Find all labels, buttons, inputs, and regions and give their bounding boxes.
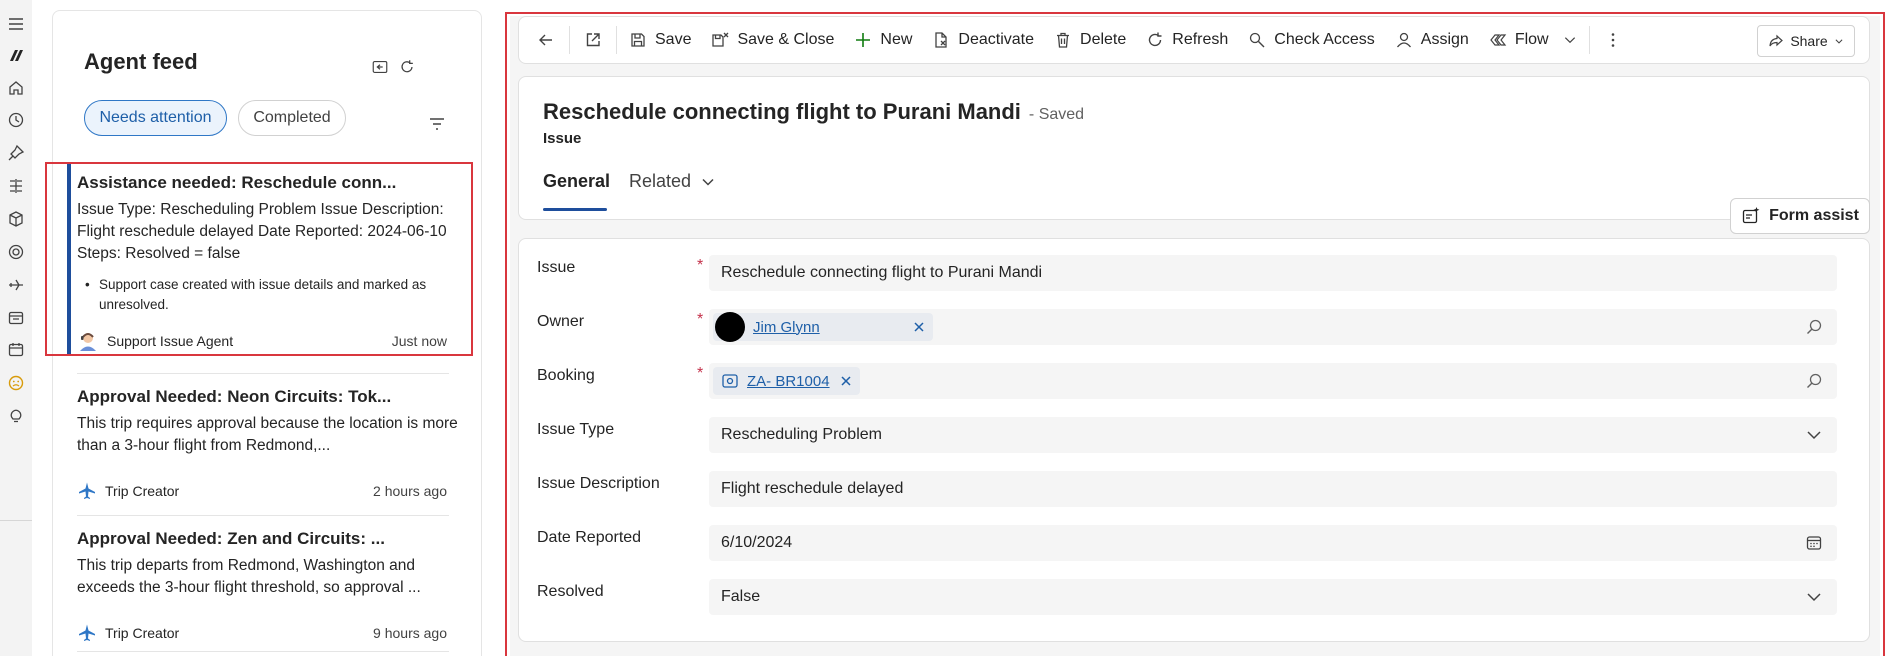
flights-grid-icon[interactable] — [4, 174, 28, 198]
issue-smiley-icon[interactable] — [4, 371, 28, 395]
feed-divider — [77, 651, 449, 652]
feed-card-agent: Trip Creator — [105, 625, 180, 641]
feed-card-time: 9 hours ago — [373, 625, 447, 641]
record-area-highlight — [505, 12, 1885, 656]
agent-feed-title: Agent feed — [84, 49, 198, 74]
pin-icon[interactable] — [4, 141, 28, 165]
lightbulb-icon[interactable] — [4, 404, 28, 428]
selected-card-highlight — [45, 162, 473, 356]
refresh-feed-icon[interactable] — [397, 57, 417, 77]
recent-clock-icon[interactable] — [4, 108, 28, 132]
feed-divider — [77, 515, 449, 516]
airplane-nav-icon[interactable] — [4, 273, 28, 297]
feed-card-neon-circuits[interactable]: Approval Needed: Neon Circuits: Tok... T… — [77, 387, 475, 499]
feed-card-time: 2 hours ago — [373, 483, 447, 499]
feed-card-zen-circuits[interactable]: Approval Needed: Zen and Circuits: ... T… — [77, 529, 475, 641]
feed-card-body: This trip departs from Redmond, Washingt… — [77, 557, 421, 596]
feed-card-footer: Trip Creator 9 hours ago — [77, 621, 447, 645]
booking-card-icon[interactable] — [4, 306, 28, 330]
filter-completed[interactable]: Completed — [238, 100, 346, 136]
calendar-settings-icon[interactable] — [4, 338, 28, 362]
feed-divider — [77, 373, 449, 374]
copilot-studio-logo-icon[interactable] — [4, 44, 28, 68]
globe-location-icon[interactable] — [4, 240, 28, 264]
rail-divider — [0, 520, 32, 521]
filter-needs-attention[interactable]: Needs attention — [84, 100, 227, 136]
filter-icon[interactable] — [428, 115, 446, 133]
packages-icon[interactable] — [4, 207, 28, 231]
feed-card-agent: Trip Creator — [105, 483, 180, 499]
home-icon[interactable] — [4, 76, 28, 100]
selected-card-accent-bar — [67, 164, 71, 354]
feed-card-body: This trip requires approval because the … — [77, 415, 458, 454]
airplane-icon — [79, 482, 95, 499]
airplane-icon — [79, 624, 95, 641]
hamburger-menu-icon[interactable] — [4, 12, 28, 36]
app-nav-rail — [0, 0, 32, 656]
feed-card-title: Approval Needed: Zen and Circuits: ... — [77, 529, 385, 548]
collapse-panel-icon[interactable] — [370, 57, 390, 77]
feed-card-footer: Trip Creator 2 hours ago — [77, 479, 447, 503]
feed-card-title: Approval Needed: Neon Circuits: Tok... — [77, 387, 392, 406]
